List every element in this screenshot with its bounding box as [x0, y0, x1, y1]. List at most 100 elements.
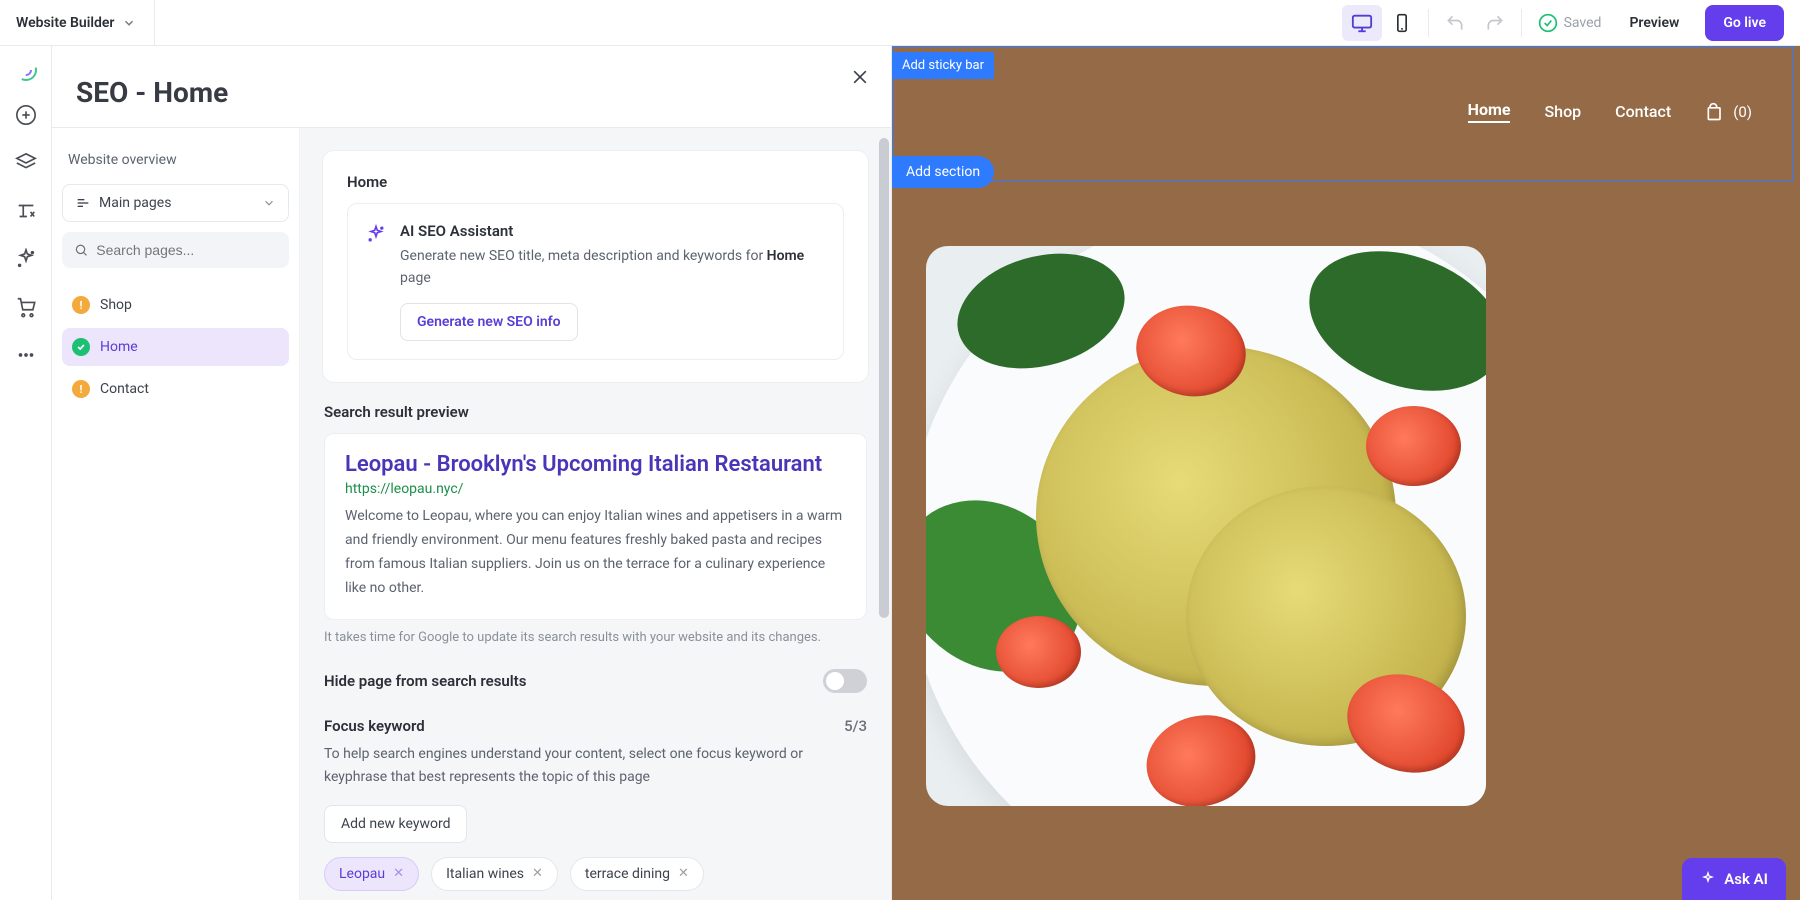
page-item-label: Shop	[100, 297, 132, 313]
rail-logo-icon[interactable]	[14, 58, 38, 82]
divider	[1521, 9, 1522, 37]
focus-keyword-description: To help search engines understand your c…	[324, 743, 867, 789]
rail-layers-button[interactable]	[15, 152, 37, 178]
add-keyword-button[interactable]: Add new keyword	[324, 805, 467, 843]
close-panel-button[interactable]	[845, 62, 875, 92]
sparkle-icon	[15, 248, 37, 270]
shopping-bag-icon	[1705, 101, 1725, 123]
serp-title: Leopau - Brooklyn's Upcoming Italian Res…	[345, 452, 846, 477]
search-icon	[74, 242, 88, 258]
page-item-label: Contact	[100, 381, 149, 397]
mobile-icon	[1392, 13, 1412, 33]
page-item-home[interactable]: Home	[62, 328, 289, 366]
layers-icon	[15, 152, 37, 174]
focus-keyword-count: 5/3	[844, 717, 867, 735]
scrollbar-thumb[interactable]	[879, 138, 889, 618]
home-heading: Home	[347, 173, 844, 191]
ai-seo-assistant: AI SEO Assistant Generate new SEO title,…	[347, 203, 844, 360]
redo-icon	[1485, 13, 1505, 33]
seo-panel-title: SEO - Home	[76, 76, 867, 109]
page-item-label: Home	[100, 339, 138, 355]
ai-description: Generate new SEO title, meta description…	[400, 246, 825, 289]
save-status: Saved	[1538, 13, 1602, 33]
chevron-down-icon	[262, 196, 276, 210]
search-preview-section: Search result preview Leopau - Brooklyn'…	[322, 403, 869, 644]
chevron-down-icon	[122, 16, 136, 30]
page-search[interactable]	[62, 232, 289, 268]
serp-preview: Leopau - Brooklyn's Upcoming Italian Res…	[324, 433, 867, 619]
seo-panel: SEO - Home Website overview Main pages !	[52, 46, 892, 900]
remove-chip-icon[interactable]: ✕	[393, 866, 404, 881]
status-dot-ok-icon	[72, 338, 90, 356]
left-rail	[0, 46, 52, 900]
page-item-shop[interactable]: ! Shop	[62, 286, 289, 324]
status-dot-warning-icon: !	[72, 380, 90, 398]
seo-page-list: Website overview Main pages ! Shop	[52, 128, 300, 900]
remove-chip-icon[interactable]: ✕	[532, 866, 543, 881]
add-sticky-bar-button[interactable]: Add sticky bar	[892, 52, 994, 79]
keyword-chip[interactable]: Leopau ✕	[324, 857, 419, 891]
nav-home[interactable]: Home	[1468, 100, 1511, 123]
divider	[1428, 9, 1429, 37]
keyword-chip-label: Leopau	[339, 866, 385, 882]
page-item-contact[interactable]: ! Contact	[62, 370, 289, 408]
add-section-button[interactable]: Add section	[892, 156, 994, 188]
keyword-chip-label: Italian wines	[446, 866, 524, 882]
main-pages-label: Main pages	[99, 195, 171, 211]
desktop-icon	[1351, 12, 1373, 34]
keyword-chip[interactable]: terrace dining ✕	[570, 857, 704, 891]
remove-chip-icon[interactable]: ✕	[678, 866, 689, 881]
keyword-chip-label: terrace dining	[585, 866, 670, 882]
brand-label: Website Builder	[16, 15, 114, 31]
redo-button[interactable]	[1475, 5, 1515, 41]
list-icon	[75, 195, 91, 211]
rail-cart-button[interactable]	[15, 296, 37, 322]
close-icon	[850, 67, 870, 87]
check-circle-icon	[1538, 13, 1558, 33]
undo-button[interactable]	[1435, 5, 1475, 41]
hide-page-label: Hide page from search results	[324, 672, 526, 690]
toggle-knob	[826, 672, 844, 690]
keyword-chip[interactable]: Italian wines ✕	[431, 857, 558, 891]
nav-shop[interactable]: Shop	[1544, 102, 1581, 121]
seo-content-scroll[interactable]: Home AI SEO Assistant Generate new SEO t…	[300, 128, 891, 900]
more-icon	[15, 344, 37, 366]
status-dot-warning-icon: !	[72, 296, 90, 314]
ask-ai-label: Ask AI	[1724, 870, 1768, 888]
go-live-button[interactable]: Go live	[1705, 5, 1784, 41]
device-mobile-button[interactable]	[1382, 5, 1422, 41]
ask-ai-button[interactable]: Ask AI	[1682, 858, 1786, 900]
serp-description: Welcome to Leopau, where you can enjoy I…	[345, 505, 846, 600]
preview-note: It takes time for Google to update its s…	[324, 630, 867, 645]
website-overview-link[interactable]: Website overview	[62, 144, 289, 184]
site-nav: Home Shop Contact (0)	[892, 100, 1778, 123]
sparkle-icon	[1700, 871, 1716, 887]
page-search-input[interactable]	[96, 242, 277, 258]
nav-contact[interactable]: Contact	[1615, 102, 1671, 121]
rail-sparkle-button[interactable]	[15, 248, 37, 274]
generate-seo-button[interactable]: Generate new SEO info	[400, 303, 578, 341]
rail-text-button[interactable]	[15, 200, 37, 226]
home-seo-card: Home AI SEO Assistant Generate new SEO t…	[322, 150, 869, 383]
save-status-label: Saved	[1564, 15, 1602, 31]
brand-switcher[interactable]: Website Builder	[16, 0, 155, 45]
focus-keyword-section: Focus keyword 5/3 To help search engines…	[322, 717, 869, 891]
cart-count: (0)	[1733, 103, 1752, 121]
canvas-preview[interactable]: Add sticky bar Add section Home Shop Con…	[892, 46, 1800, 900]
preview-button[interactable]: Preview	[1611, 5, 1697, 41]
hero-image	[926, 246, 1486, 806]
rail-more-button[interactable]	[15, 344, 37, 370]
hide-page-row: Hide page from search results	[322, 669, 869, 693]
search-preview-heading: Search result preview	[324, 403, 867, 421]
cart-icon	[15, 296, 37, 318]
rail-add-button[interactable]	[15, 104, 37, 130]
hide-page-toggle[interactable]	[823, 669, 867, 693]
undo-icon	[1445, 13, 1465, 33]
device-desktop-button[interactable]	[1342, 5, 1382, 41]
topbar: Website Builder Saved Preview Go live	[0, 0, 1800, 46]
serp-url: https://leopau.nyc/	[345, 481, 846, 497]
ai-title: AI SEO Assistant	[400, 222, 825, 240]
nav-cart[interactable]: (0)	[1705, 101, 1752, 123]
plus-circle-icon	[15, 104, 37, 126]
main-pages-dropdown[interactable]: Main pages	[62, 184, 289, 222]
